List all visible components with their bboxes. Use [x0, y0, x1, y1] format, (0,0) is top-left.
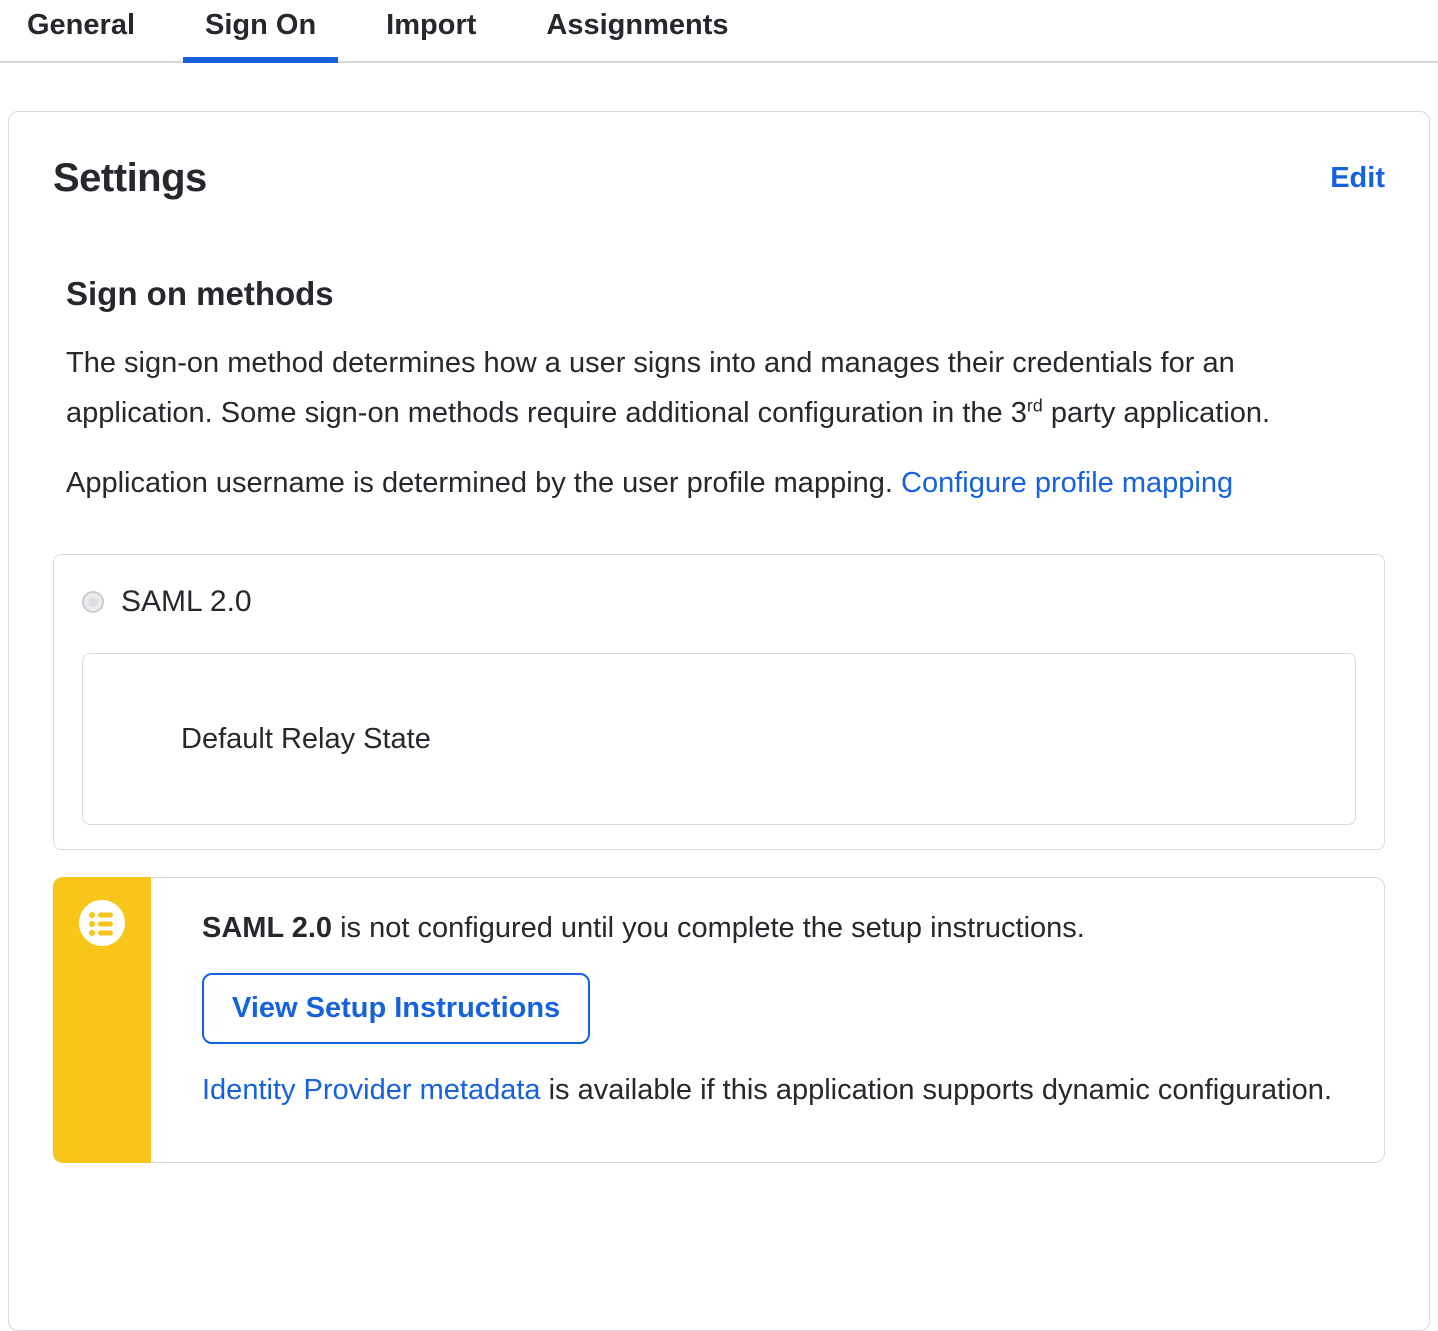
edit-settings-link[interactable]: Edit — [1330, 162, 1385, 195]
identity-provider-metadata-link[interactable]: Identity Provider metadata — [202, 1074, 541, 1106]
metadata-note-text: is available if this application support… — [540, 1073, 1332, 1106]
configure-profile-mapping-link[interactable]: Configure profile mapping — [901, 467, 1233, 499]
tab-assignments[interactable]: Assignments — [524, 0, 750, 61]
sign-on-methods-description: The sign-on method determines how a user… — [66, 339, 1306, 439]
metadata-note: Identity Provider metadata is available … — [202, 1072, 1344, 1108]
setup-instructions-callout: SAML 2.0 is not configured until you com… — [53, 877, 1385, 1164]
ordinal-superscript: rd — [1026, 395, 1043, 416]
username-note-text: Application username is determined by th… — [66, 466, 902, 499]
saml-radio-label: SAML 2.0 — [121, 585, 252, 619]
callout-yellow-stripe — [53, 877, 151, 1164]
saml-method-box: SAML 2.0 Default Relay State — [53, 554, 1385, 851]
tab-general[interactable]: General — [5, 0, 157, 61]
callout-message: SAML 2.0 is not configured until you com… — [202, 910, 1344, 946]
tab-import[interactable]: Import — [364, 0, 498, 61]
saml-settings-preview: Default Relay State — [82, 653, 1356, 826]
tab-sign-on[interactable]: Sign On — [183, 0, 339, 63]
saml-radio-button[interactable] — [82, 591, 104, 614]
page-title: Settings — [53, 155, 207, 200]
sign-on-methods-section: Sign on methods The sign-on method deter… — [66, 275, 1385, 509]
setup-list-icon — [79, 900, 125, 947]
saml-radio-row: SAML 2.0 — [82, 585, 1356, 619]
description-text-end: party application. — [1042, 396, 1271, 429]
app-tab-bar: General Sign On Import Assignments — [0, 0, 1438, 63]
settings-card: Settings Edit Sign on methods The sign-o… — [8, 110, 1430, 1331]
callout-body: SAML 2.0 is not configured until you com… — [54, 878, 1384, 1146]
settings-card-header: Settings Edit — [53, 156, 1385, 201]
username-mapping-note: Application username is determined by th… — [66, 459, 1385, 509]
view-setup-instructions-button[interactable]: View Setup Instructions — [202, 972, 591, 1044]
sign-on-methods-heading: Sign on methods — [66, 274, 334, 312]
default-relay-state-label: Default Relay State — [181, 722, 431, 755]
callout-message-emphasis: SAML 2.0 — [202, 912, 333, 945]
callout-message-text: is not configured until you complete the… — [332, 912, 1085, 945]
